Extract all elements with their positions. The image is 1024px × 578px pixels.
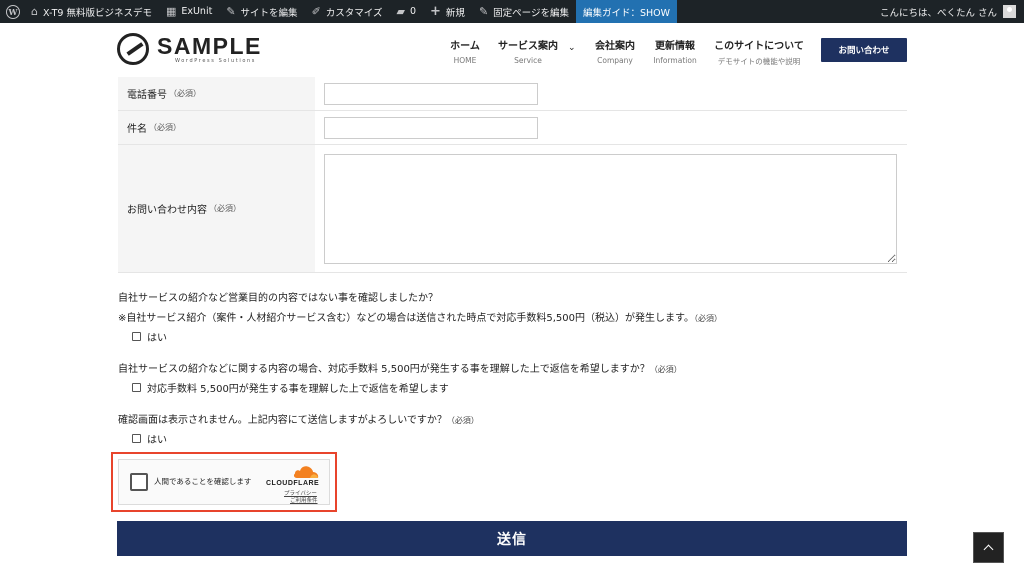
question-3-checkbox[interactable]: はい (132, 431, 167, 446)
edit-page-link[interactable]: ✎ 固定ページを編集 (472, 0, 576, 23)
question-3-option: はい (147, 435, 167, 446)
site-name-link[interactable]: ⌂ X-T9 無料版ビジネスデモ (24, 0, 159, 23)
required-mark: （必須） (169, 89, 201, 98)
nav-company-sub: Company (597, 56, 633, 65)
question-2: 自社サービスの紹介などに関する内容の場合、対応手数料 5,500円が発生する事を… (118, 360, 682, 375)
required-mark: （必須） (209, 204, 241, 213)
site-logo[interactable]: SAMPLE WordPress Solutions (117, 33, 262, 65)
logo-name: SAMPLE (157, 32, 262, 59)
question-2-text: 自社サービスの紹介などに関する内容の場合、対応手数料 5,500円が発生する事を… (118, 364, 650, 375)
comment-icon: ▰ (396, 5, 405, 18)
edit-site-label: サイトを編集 (240, 7, 298, 19)
question-2-checkbox[interactable]: 対応手数料 5,500円が発生する事を理解した上で返信を希望します (132, 380, 449, 395)
subject-label: 件名 （必須） (118, 111, 315, 144)
admin-bar: W ⌂ X-T9 無料版ビジネスデモ ▦ ExUnit ✎ サイトを編集 ✐ カ… (0, 0, 1024, 23)
contact-button[interactable]: お問い合わせ (821, 38, 907, 62)
plus-icon: + (430, 4, 441, 19)
nav-item-about[interactable]: このサイトについて デモサイトの機能や説明 (714, 37, 804, 67)
phone-input[interactable] (324, 82, 538, 105)
question-1-line-2-text: ※自社サービス紹介（案件・人材紹介サービス含む）などの場合は送信された時点で対応… (118, 313, 695, 324)
greeting-text: こんにちは、べくたん さん (879, 7, 997, 19)
message-textarea[interactable] (324, 153, 897, 264)
checkbox-icon[interactable] (132, 332, 141, 341)
edit-site-icon: ✎ (226, 5, 236, 18)
nav-item-home[interactable]: ホーム HOME (450, 37, 480, 65)
checkbox-icon[interactable] (132, 383, 141, 392)
cloudflare-brand: CLOUDFLARE (266, 480, 320, 487)
question-3: 確認画面は表示されません。上記内容にて送信しますがよろしいですか？（必須） (118, 411, 479, 426)
logo-tagline: WordPress Solutions (175, 57, 256, 64)
house-icon: ⌂ (31, 5, 38, 18)
form-row-phone: 電話番号 （必須） (118, 77, 907, 111)
submit-button[interactable]: 送信 (117, 521, 907, 556)
chevron-down-icon[interactable]: ⌄ (568, 43, 576, 53)
question-1-option: はい (147, 333, 167, 344)
message-label: お問い合わせ内容 （必須） (118, 145, 315, 272)
human-verify-checkbox[interactable] (130, 473, 148, 491)
exunit-icon: ▦ (165, 5, 177, 18)
nav-information-sub: Information (653, 56, 697, 65)
new-content-link[interactable]: + 新規 (423, 0, 472, 23)
nav-item-company[interactable]: 会社案内 Company (595, 37, 635, 65)
comments-link[interactable]: ▰ 0 (390, 0, 424, 23)
pencil-icon: ✎ (478, 5, 489, 18)
page-top-button[interactable] (973, 532, 1004, 563)
subject-label-text: 件名 (127, 124, 147, 135)
terms-link[interactable]: ご利用条件 (290, 496, 318, 504)
wordpress-logo-button[interactable]: W (2, 1, 24, 23)
nav-service-sub: Service (514, 56, 542, 65)
exunit-label: ExUnit (181, 6, 213, 17)
question-1-checkbox[interactable]: はい (132, 329, 167, 344)
nav-service-label: サービス案内 (498, 41, 558, 52)
question-1-line-2: ※自社サービス紹介（案件・人材紹介サービス含む）などの場合は送信された時点で対応… (118, 309, 722, 324)
required-mark: （必須） (649, 365, 682, 374)
edit-guide-label: 編集ガイド：SHOW (582, 7, 671, 19)
avatar (1003, 5, 1016, 18)
comments-count: 0 (409, 6, 417, 17)
edit-guide-toggle[interactable]: 編集ガイド：SHOW (575, 0, 678, 23)
nav-item-information[interactable]: 更新情報 Information (653, 37, 696, 65)
wordpress-icon: W (6, 4, 20, 19)
logo-mark-icon (117, 33, 149, 65)
question-2-option: 対応手数料 5,500円が発生する事を理解した上で返信を希望します (147, 384, 449, 395)
my-account-link[interactable]: こんにちは、べくたん さん (880, 5, 1024, 19)
question-3-text: 確認画面は表示されません。上記内容にて送信しますがよろしいですか？ (118, 415, 447, 426)
edit-page-label: 固定ページを編集 (493, 7, 569, 19)
site-name-label: X-T9 無料版ビジネスデモ (42, 7, 152, 19)
nav-item-service[interactable]: サービス案内 Service (498, 37, 558, 65)
message-label-text: お問い合わせ内容 (127, 205, 207, 216)
question-1-line-1: 自社サービスの紹介など営業目的の内容ではない事を確認しましたか？ (118, 293, 438, 304)
customize-label: カスタマイズ (325, 7, 383, 19)
cloudflare-turnstile: 人間であることを確認します CLOUDFLARE プライバシー ご利用条件 (118, 459, 330, 505)
form-row-subject: 件名 （必須） (118, 111, 907, 145)
nav-home-sub: HOME (453, 56, 477, 65)
site-header: SAMPLE WordPress Solutions ホーム HOME サービス… (0, 23, 1024, 77)
customize-link[interactable]: ✐ カスタマイズ (305, 0, 390, 23)
form-row-message: お問い合わせ内容 （必須） (118, 145, 907, 273)
nav-company-label: 会社案内 (595, 41, 635, 52)
cloudflare-cloud-icon (293, 466, 319, 478)
nav-information-label: 更新情報 (654, 41, 695, 52)
nav-about-sub: デモサイトの機能や説明 (717, 57, 801, 66)
new-content-label: 新規 (445, 7, 465, 19)
required-mark: （必須） (694, 314, 723, 323)
phone-label: 電話番号 （必須） (118, 77, 315, 110)
required-mark: （必須） (446, 416, 479, 425)
phone-label-text: 電話番号 (127, 90, 167, 101)
contact-form-table: 電話番号 （必須） 件名 （必須） お問い合わせ内容 （必須） (118, 77, 907, 273)
brush-icon: ✐ (311, 5, 321, 18)
subject-input[interactable] (324, 116, 538, 139)
checkbox-icon[interactable] (132, 434, 141, 443)
human-verify-label: 人間であることを確認します (154, 477, 252, 486)
nav-home-label: ホーム (450, 41, 480, 52)
exunit-link[interactable]: ▦ ExUnit (159, 0, 219, 23)
nav-about-label: このサイトについて (714, 41, 804, 52)
required-mark: （必須） (149, 123, 181, 132)
edit-site-link[interactable]: ✎ サイトを編集 (219, 0, 304, 23)
